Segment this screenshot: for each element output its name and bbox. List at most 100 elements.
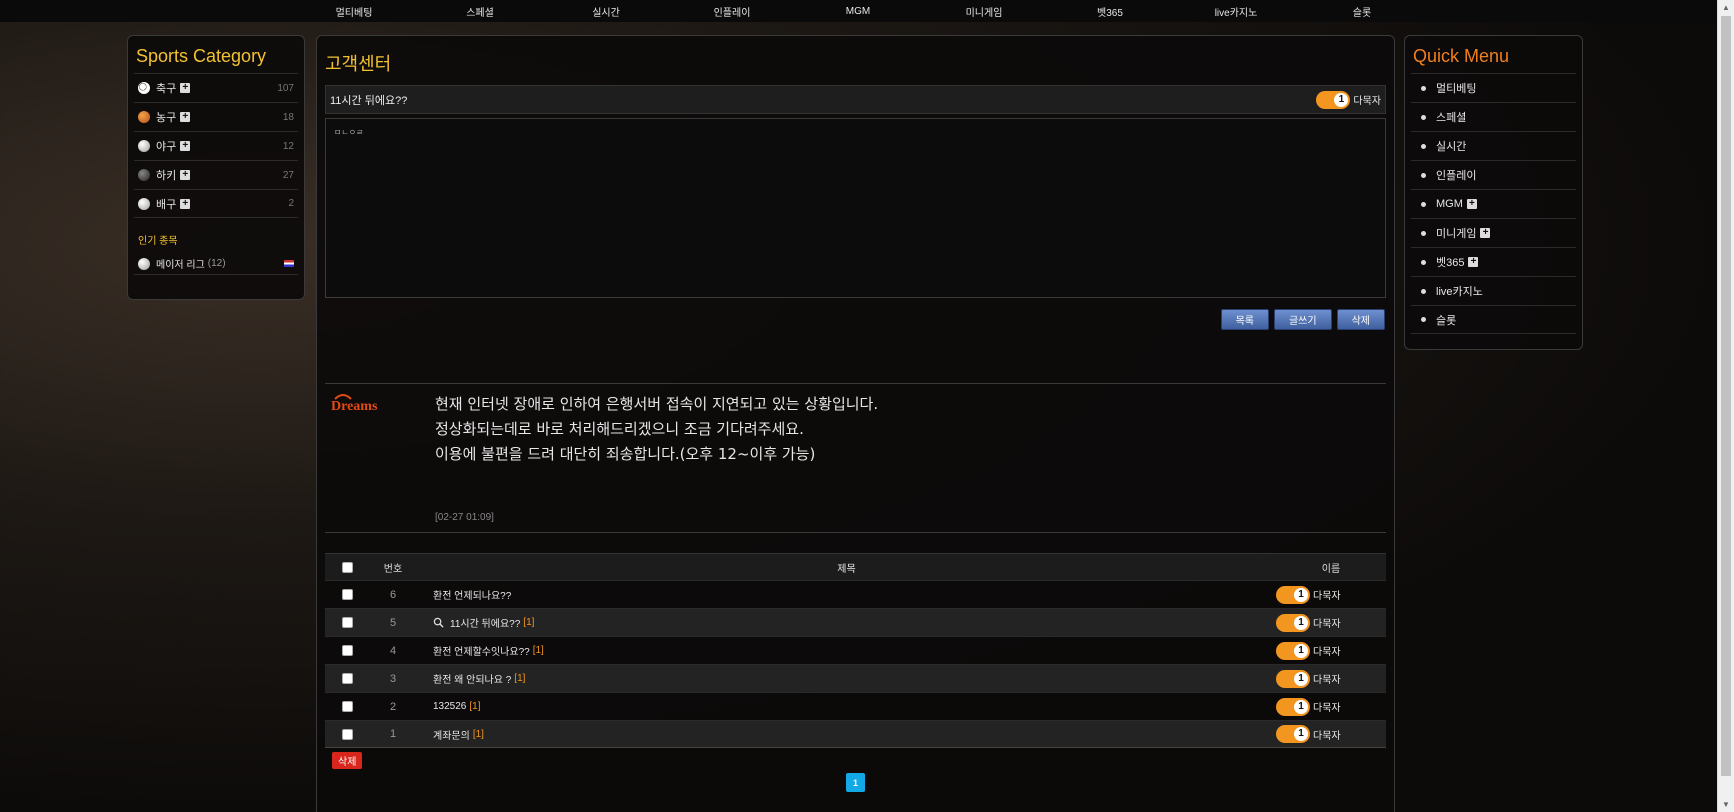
expand-plus-icon[interactable]: + — [180, 112, 191, 122]
row-subject-cell: 환전 언제되나요?? — [417, 587, 1276, 602]
write-button[interactable]: 글쓰기 — [1273, 309, 1332, 330]
select-all-checkbox[interactable] — [341, 561, 353, 573]
row-checkbox-cell — [325, 589, 369, 600]
sports-category-list: 축구 +107 농구 +18 야구 +12 하키 +27 배구 +2 — [128, 73, 304, 218]
row-subject-link[interactable]: 계좌문의 — [433, 727, 470, 742]
quick-menu-item[interactable]: MGM + — [1411, 189, 1576, 218]
row-subject-link[interactable]: 환전 언제할수잇나요?? — [433, 643, 530, 658]
row-subject-link[interactable]: 환전 왜 안되나요 ? — [433, 671, 511, 686]
sport-count: 107 — [277, 82, 294, 94]
nav-item[interactable]: 스페셜 — [417, 4, 543, 19]
row-subject-cell: 11시간 뒤에요?? [1] — [417, 615, 1276, 630]
quick-menu-label: MGM — [1436, 198, 1463, 210]
quick-menu-item[interactable]: 인플레이 — [1411, 160, 1576, 189]
level-badge-icon: 1 — [1276, 697, 1310, 716]
table-row[interactable]: 1 계좌문의 [1] 1 다묵자 — [325, 720, 1386, 748]
sport-name: 농구 — [156, 112, 177, 124]
bullet-icon — [1421, 172, 1426, 178]
quick-menu-item[interactable]: 미니게임 + — [1411, 218, 1576, 247]
row-checkbox[interactable] — [341, 728, 353, 740]
quick-menu-item[interactable]: 벳365 + — [1411, 247, 1576, 276]
nav-item[interactable]: live카지노 — [1173, 4, 1299, 19]
quick-menu-item[interactable]: 실시간 — [1411, 131, 1576, 160]
author-name: 다묵자 — [1313, 591, 1341, 602]
row-checkbox-cell — [325, 617, 369, 628]
row-number: 4 — [389, 644, 397, 657]
table-row[interactable]: 6 환전 언제되나요?? 1 다묵자 — [325, 580, 1386, 608]
nav-item[interactable]: 멀티베팅 — [291, 4, 417, 19]
table-row[interactable]: 5 11시간 뒤에요?? [1] 1 다묵자 — [325, 608, 1386, 636]
sports-category-title: Sports Category — [136, 46, 267, 66]
row-checkbox[interactable] — [341, 617, 353, 628]
level-badge-icon: 1 — [1316, 90, 1351, 109]
sport-category-item[interactable]: 축구 +107 — [134, 73, 298, 102]
list-button[interactable]: 목록 — [1220, 309, 1269, 330]
row-checkbox[interactable] — [341, 589, 353, 600]
scrollbar-thumb[interactable] — [1721, 16, 1731, 776]
row-subject-link[interactable]: 132526 — [433, 701, 466, 712]
row-author-cell: 1 다묵자 — [1276, 585, 1386, 604]
comment-count: [1] — [469, 701, 481, 712]
reply-timestamp: [02-27 01:09] — [435, 512, 494, 523]
table-row[interactable]: 2 132526 [1] 1 다묵자 — [325, 692, 1386, 720]
row-checkbox[interactable] — [341, 673, 353, 684]
sport-category-item[interactable]: 야구 +12 — [134, 131, 298, 160]
quick-menu-item[interactable]: 슬롯 — [1411, 305, 1576, 334]
table-row[interactable]: 3 환전 왜 안되나요 ? [1] 1 다묵자 — [325, 664, 1386, 692]
expand-plus-icon[interactable]: + — [180, 83, 191, 93]
nav-item[interactable]: 미니게임 — [921, 4, 1047, 19]
popular-league-item[interactable]: 메이저 리그 (12) — [134, 253, 298, 275]
nav-item[interactable]: 인플레이 — [669, 4, 795, 19]
row-author-cell: 1 다묵자 — [1276, 725, 1386, 743]
sport-count: 27 — [282, 169, 294, 181]
quick-menu-list: 멀티베팅 스페셜 실시간 인플레이 MGM + 미니게임 + 벳365 + live카지노 슬롯 — [1405, 73, 1582, 334]
scroll-down-icon[interactable]: ▼ — [1722, 800, 1730, 809]
row-subject-link[interactable]: 환전 언제되나요?? — [433, 587, 511, 602]
inquiry-board: 번호 제목 이름 6 환전 언제되나요?? 1 다묵자 5 11시간 뒤에요?? [1] 1 다… — [325, 553, 1386, 748]
expand-plus-icon[interactable]: + — [180, 141, 191, 151]
quick-menu-label: 슬롯 — [1436, 314, 1457, 327]
nav-item[interactable]: 실시간 — [543, 4, 669, 19]
row-checkbox-cell — [325, 645, 369, 656]
header-name: 이름 — [1321, 563, 1341, 575]
popular-sports-title: 인기 종목 — [138, 236, 178, 247]
nav-item[interactable]: MGM — [795, 6, 921, 17]
post-title: 11시간 뒤에요?? — [330, 94, 408, 107]
row-checkbox-cell — [325, 673, 369, 684]
quick-menu-item[interactable]: 스페셜 — [1411, 102, 1576, 131]
quick-menu-item[interactable]: 멀티베팅 — [1411, 73, 1576, 102]
row-checkbox[interactable] — [341, 645, 353, 656]
scroll-up-icon[interactable]: ▲ — [1722, 3, 1730, 12]
quick-menu-item[interactable]: live카지노 — [1411, 276, 1576, 305]
row-number: 5 — [389, 616, 397, 629]
table-row[interactable]: 4 환전 언제할수잇나요?? [1] 1 다묵자 — [325, 636, 1386, 664]
reply-line: 현재 인터넷 장애로 인하여 은행서버 접속이 지연되고 있는 상황입니다. — [435, 395, 879, 413]
level-badge-icon: 1 — [1276, 585, 1310, 604]
page-scrollbar[interactable]: ▲ ▼ — [1717, 0, 1734, 812]
nav-item[interactable]: 벳365 — [1047, 4, 1173, 19]
author-name: 다묵자 — [1313, 647, 1341, 658]
sport-category-item[interactable]: 농구 +18 — [134, 102, 298, 131]
row-author-cell: 1 다묵자 — [1276, 697, 1386, 716]
search-icon — [433, 617, 444, 628]
sport-category-item[interactable]: 배구 +2 — [134, 189, 298, 218]
delete-post-button[interactable]: 삭제 — [1336, 309, 1385, 330]
pagination-page[interactable]: 1 — [846, 773, 865, 792]
expand-plus-icon[interactable]: + — [180, 198, 191, 209]
expand-plus-icon[interactable]: + — [1468, 257, 1479, 267]
post-action-buttons: 목록 글쓰기 삭제 — [1220, 309, 1385, 330]
nav-item[interactable]: 슬롯 — [1299, 4, 1425, 19]
expand-plus-icon[interactable]: + — [1466, 199, 1477, 209]
quick-menu-label: live카지노 — [1436, 286, 1483, 298]
quick-menu-label: 인플레이 — [1436, 170, 1477, 182]
expand-plus-icon[interactable]: + — [1480, 228, 1491, 238]
reply-message: 현재 인터넷 장애로 인하여 은행서버 접속이 지연되고 있는 상황입니다. 정상… — [435, 392, 878, 467]
sport-category-item[interactable]: 하키 +27 — [134, 160, 298, 189]
row-subject-link[interactable]: 11시간 뒤에요?? — [450, 615, 520, 630]
delete-selected-button[interactable]: 삭제 — [332, 752, 363, 769]
row-checkbox[interactable] — [341, 701, 353, 712]
level-number: 1 — [1294, 727, 1308, 741]
expand-plus-icon[interactable]: + — [180, 170, 191, 180]
sports-category-panel: Sports Category 축구 +107 농구 +18 야구 +12 하키 +27 배구 +… — [127, 35, 305, 300]
level-number: 1 — [1294, 615, 1308, 630]
